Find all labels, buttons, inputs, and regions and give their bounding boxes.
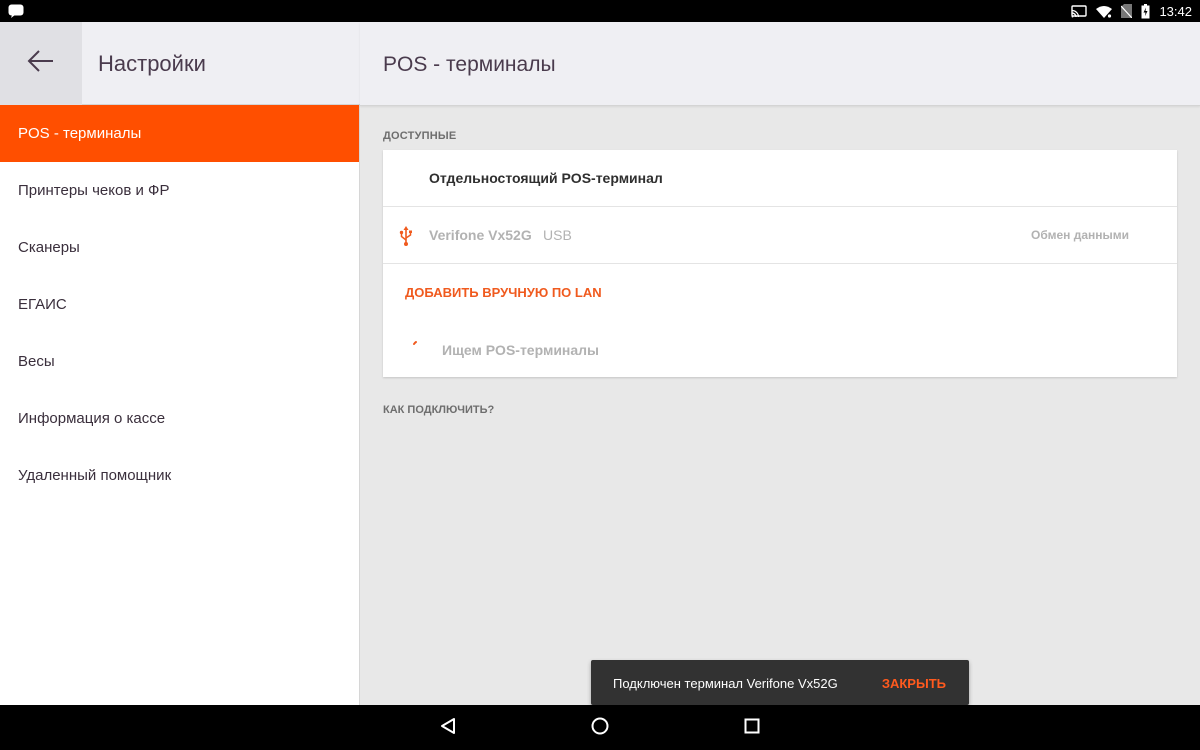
available-section-label: ДОСТУПНЫЕ [383, 130, 457, 142]
standalone-terminal-item[interactable]: Отдельностоящий POS-терминал [383, 150, 1177, 207]
status-bar: 13:42 [0, 0, 1200, 22]
sidebar-header: Настройки [0, 22, 360, 105]
square-recents-icon [743, 717, 761, 740]
nav-back-button[interactable] [437, 717, 459, 739]
page-title: POS - терминалы [383, 53, 556, 76]
back-button[interactable] [0, 22, 82, 105]
terminals-card: Отдельностоящий POS-терминал Verifone Vx… [383, 150, 1177, 377]
device-connection-type: USB [543, 227, 572, 243]
nav-home-button[interactable] [589, 717, 611, 739]
wifi-icon [1096, 5, 1113, 18]
battery-icon [1141, 3, 1150, 19]
settings-sidebar: Настройки POS - терминалы Принтеры чеков… [0, 22, 360, 705]
sidebar-item-remote-assistant[interactable]: Удаленный помощник [0, 447, 359, 504]
system-nav-bar [0, 705, 1200, 750]
nav-recents-button[interactable] [741, 717, 763, 739]
device-status: Обмен данными [1030, 228, 1129, 242]
cast-icon [1071, 4, 1088, 18]
snackbar: Подключен терминал Verifone Vx52G ЗАКРЫТ… [591, 660, 969, 705]
sidebar-item-scanners[interactable]: Сканеры [0, 219, 359, 276]
loading-spinner-icon [412, 339, 428, 360]
searching-label: Ищем POS-терминалы [442, 341, 600, 358]
settings-title: Настройки [98, 51, 206, 76]
searching-row: Ищем POS-терминалы [383, 321, 1177, 378]
settings-nav: POS - терминалы Принтеры чеков и ФР Скан… [0, 105, 359, 504]
circle-home-icon [590, 716, 610, 741]
standalone-terminal-label: Отдельностоящий POS-терминал [429, 170, 663, 186]
no-sim-icon [1121, 4, 1133, 18]
notification-icon [8, 4, 25, 18]
device-item[interactable]: Verifone Vx52G USB Обмен данными [383, 207, 1177, 264]
add-manual-lan-button[interactable]: ДОБАВИТЬ ВРУЧНУЮ ПО LAN [405, 285, 602, 300]
sidebar-item-egais[interactable]: ЕГАИС [0, 276, 359, 333]
status-time: 13:42 [1159, 3, 1192, 19]
device-name: Verifone Vx52G [429, 227, 532, 243]
usb-icon [399, 226, 413, 251]
sidebar-item-pos-terminals[interactable]: POS - терминалы [0, 105, 359, 162]
arrow-left-icon [27, 49, 55, 78]
triangle-back-icon [439, 717, 457, 740]
sidebar-item-scales[interactable]: Весы [0, 333, 359, 390]
sidebar-item-register-info[interactable]: Информация о кассе [0, 390, 359, 447]
content-header: POS - терминалы [360, 22, 1200, 106]
snackbar-message: Подключен терминал Verifone Vx52G [613, 676, 838, 691]
how-to-connect-link[interactable]: КАК ПОДКЛЮЧИТЬ? [383, 404, 494, 416]
snackbar-close-button[interactable]: ЗАКРЫТЬ [882, 676, 946, 691]
add-manual-row: ДОБАВИТЬ ВРУЧНУЮ ПО LAN [383, 264, 1177, 321]
sidebar-item-receipt-printers[interactable]: Принтеры чеков и ФР [0, 162, 359, 219]
